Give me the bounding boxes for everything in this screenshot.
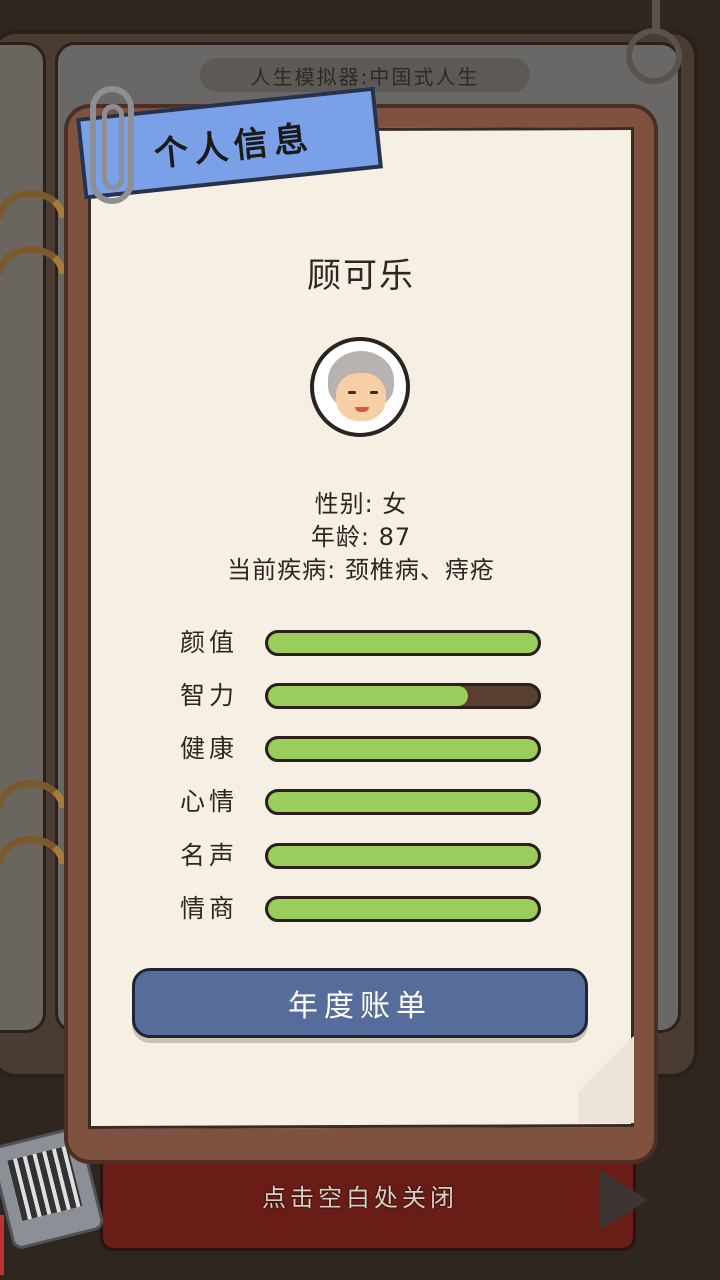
panel-header-title: 个人信息	[152, 117, 316, 175]
annual-bill-button[interactable]: 年度账单	[132, 968, 588, 1038]
paper-clip-inner	[102, 104, 124, 190]
stat-fill	[268, 686, 468, 706]
gender-text: 性别: 女	[314, 490, 408, 518]
age-text: 年龄: 87	[310, 523, 412, 551]
hanger-ring	[626, 28, 682, 84]
stat-row-fame: 名声	[180, 841, 550, 871]
stat-label: 名声	[180, 841, 239, 870]
stat-label: 健康	[180, 734, 239, 763]
stat-bar	[265, 630, 541, 656]
stat-row-mood: 心情	[180, 787, 550, 817]
stat-bar	[265, 843, 541, 869]
stat-fill	[268, 739, 538, 759]
stat-row-intelligence: 智力	[180, 681, 550, 711]
stat-row-health: 健康	[180, 734, 550, 764]
stat-fill	[268, 633, 538, 653]
stat-bar	[265, 896, 541, 922]
stat-fill	[268, 846, 538, 866]
stat-label: 心情	[180, 787, 239, 816]
stat-row-eq: 情商	[180, 894, 550, 924]
close-hint[interactable]: 点击空白处关闭	[0, 1178, 720, 1213]
lanyard	[0, 1215, 44, 1275]
avatar	[310, 337, 410, 437]
stat-fill	[268, 899, 538, 919]
disease-text: 当前疾病: 颈椎病、痔疮	[227, 556, 495, 584]
stat-bar	[265, 683, 541, 709]
stat-label: 智力	[180, 681, 239, 710]
stat-bar	[265, 789, 541, 815]
stat-label: 颜值	[180, 628, 239, 657]
stat-label: 情商	[180, 894, 239, 923]
stat-row-appearance: 颜值	[180, 628, 550, 658]
stat-bar	[265, 736, 541, 762]
character-name: 顾可乐	[307, 256, 415, 296]
stat-fill	[268, 792, 538, 812]
